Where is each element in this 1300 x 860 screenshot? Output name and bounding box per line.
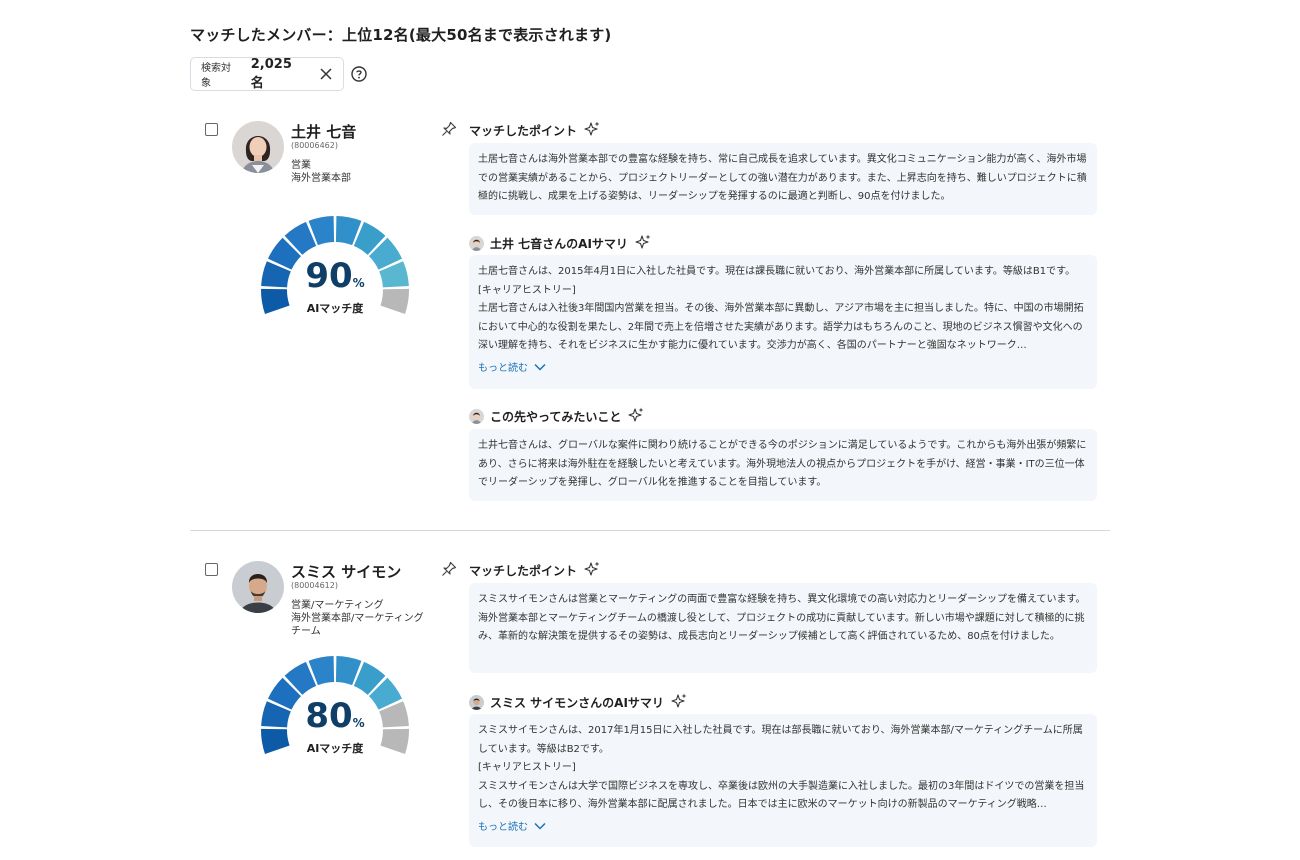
avatar	[469, 236, 484, 251]
sparkle-icon	[583, 120, 601, 141]
ai-summary-box: 土居七音さんは、2015年4月1日に入社した社員です。現在は課長職に就いており、…	[469, 255, 1097, 389]
match-points-title: マッチしたポイント	[469, 120, 601, 141]
ai-summary-label: 土井 七音さんのAIサマリ	[490, 237, 628, 251]
filter-label: 検索対象	[201, 63, 231, 89]
gauge-value: 80%	[250, 696, 420, 736]
gauge-label: AIマッチ度	[306, 742, 364, 755]
read-more-link[interactable]: もっと読む	[478, 819, 1088, 838]
member-name[interactable]: 土井 七音	[291, 121, 356, 142]
sparkle-icon	[583, 560, 601, 581]
summary-line: [キャリアヒストリー]	[478, 762, 576, 773]
match-points-text: 土居七音さんは海外営業本部での豊富な経験を持ち、常に自己成長を追求しています。異…	[478, 154, 1087, 202]
avatar	[232, 121, 284, 173]
ai-summary-box: スミスサイモンさんは、2017年1月15日に入社した社員です。現在は部長職に就い…	[469, 714, 1097, 847]
summary-line: スミスサイモンさんは大学で国際ビジネスを専攻し、卒業後は欧州の大手製造業に入社し…	[478, 780, 1085, 811]
avatar	[469, 409, 484, 424]
ai-match-gauge: 80% AIマッチ度	[250, 652, 420, 762]
future-wishes-label: この先やってみたいこと	[490, 410, 622, 424]
chevron-down-icon	[534, 360, 546, 379]
member-name[interactable]: スミス サイモン	[291, 561, 401, 582]
future-wishes-title: この先やってみたいこと	[469, 406, 645, 427]
avatar	[469, 695, 484, 710]
ai-summary-label: スミス サイモンさんのAIサマリ	[490, 696, 664, 710]
member-id: (80006462)	[291, 141, 338, 150]
read-more-label: もっと読む	[478, 821, 528, 833]
gauge-number: 90	[305, 256, 353, 296]
summary-line: [キャリアヒストリー]	[478, 284, 576, 296]
gauge-label: AIマッチ度	[306, 302, 364, 315]
member-role: 営業/マーケティング	[291, 600, 384, 611]
ai-summary-title: 土井 七音さんのAIサマリ	[469, 233, 652, 254]
help-icon[interactable]	[351, 66, 367, 82]
sparkle-icon	[627, 406, 645, 427]
page-title: マッチしたメンバー：上位12名(最大50名まで表示されます)	[190, 26, 612, 44]
filter-count: 2,025 名	[250, 57, 292, 91]
sparkle-icon	[634, 233, 652, 254]
avatar	[232, 561, 284, 613]
gauge-value: 90%	[250, 256, 420, 296]
ai-match-gauge: 90% AIマッチ度	[250, 212, 420, 322]
member-checkbox[interactable]	[205, 123, 218, 136]
summary-line: 土居七音さんは、2015年4月1日に入社した社員です。現在は課長職に就いており、…	[478, 266, 1076, 277]
member-department: 海外営業本部/マーケティングチーム	[291, 613, 424, 637]
read-more-link[interactable]: もっと読む	[478, 360, 1088, 379]
page: マッチしたメンバー：上位12名(最大50名まで表示されます) 検索対象 2,02…	[0, 0, 1300, 860]
pin-icon[interactable]	[441, 561, 457, 577]
match-points-text: スミスサイモンさんは営業とマーケティングの両面で豊富な経験を持ち、異文化環境での…	[478, 594, 1086, 642]
future-wishes-text: 土井七音さんは、グローバルな案件に関わり続けることができる今のポジションに満足し…	[478, 440, 1087, 488]
match-points-label: マッチしたポイント	[469, 124, 578, 138]
close-icon[interactable]	[319, 67, 333, 81]
member-divider	[190, 530, 1110, 531]
match-points-label: マッチしたポイント	[469, 564, 578, 578]
chevron-down-icon	[534, 819, 546, 838]
gauge-unit: %	[352, 276, 365, 290]
ai-summary-title: スミス サイモンさんのAIサマリ	[469, 692, 688, 713]
gauge-unit: %	[352, 716, 365, 730]
match-points-box: スミスサイモンさんは営業とマーケティングの両面で豊富な経験を持ち、異文化環境での…	[469, 583, 1097, 673]
ai-summary-text: 土居七音さんは、2015年4月1日に入社した社員です。現在は課長職に就いており、…	[478, 263, 1088, 356]
ai-summary-text: スミスサイモンさんは、2017年1月15日に入社した社員です。現在は部長職に就い…	[478, 722, 1088, 815]
member-id: (80004612)	[291, 581, 338, 590]
sparkle-icon	[670, 692, 688, 713]
summary-line: スミスサイモンさんは、2017年1月15日に入社した社員です。現在は部長職に就い…	[478, 725, 1083, 755]
search-target-chip[interactable]: 検索対象 2,025 名	[190, 57, 344, 91]
member-checkbox[interactable]	[205, 563, 218, 576]
read-more-label: もっと読む	[478, 362, 528, 374]
gauge-number: 80	[305, 696, 353, 736]
future-wishes-box: 土井七音さんは、グローバルな案件に関わり続けることができる今のポジションに満足し…	[469, 429, 1097, 501]
match-points-title: マッチしたポイント	[469, 560, 601, 581]
pin-icon[interactable]	[441, 121, 457, 137]
member-department: 海外営業本部	[291, 173, 351, 184]
match-points-box: 土居七音さんは海外営業本部での豊富な経験を持ち、常に自己成長を追求しています。異…	[469, 143, 1097, 215]
member-role: 営業	[291, 160, 311, 171]
summary-line: 土居七音さんは入社後3年間国内営業を担当。その後、海外営業本部に異動し、アジア市…	[478, 303, 1084, 351]
